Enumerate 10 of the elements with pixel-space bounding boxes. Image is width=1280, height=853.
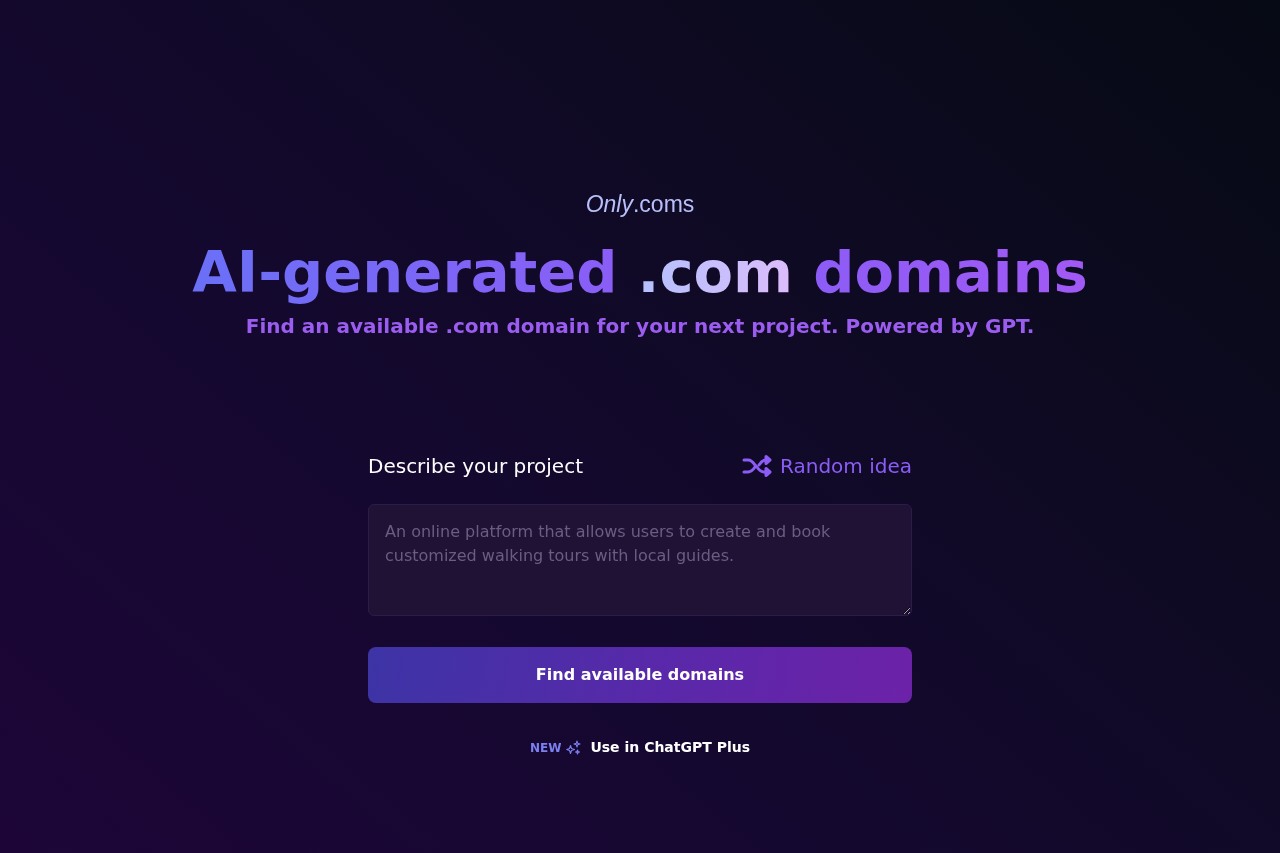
find-domains-button[interactable]: Find available domains [368,647,912,703]
logo[interactable]: Only.coms [585,184,695,224]
field-label: Describe your project [368,453,583,480]
random-idea-button[interactable]: Random idea [742,452,912,480]
project-description-field[interactable]: An online platform that allows users to create and book customized walking tours with local guides. [368,504,912,616]
sparkles-icon [566,740,582,755]
subheading: Find an available .com domain for your next project. Powered by GPT. [245,313,1035,340]
shuffle-icon [742,455,772,477]
chatgpt-plus-link[interactable]: Use in ChatGPT Plus [590,737,751,758]
new-label: NEW [529,739,562,757]
